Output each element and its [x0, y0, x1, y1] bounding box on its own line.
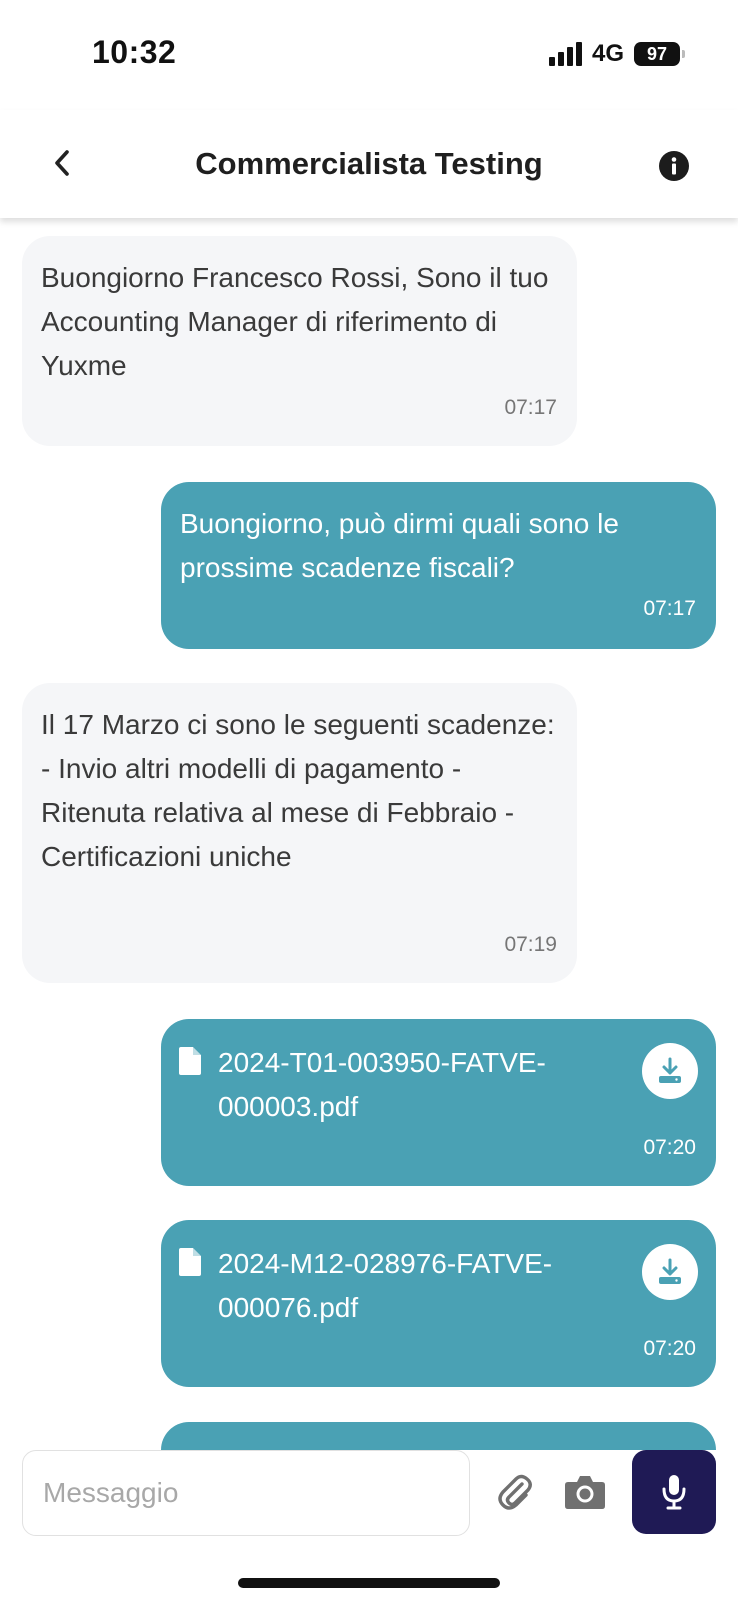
- file-icon: [179, 1248, 201, 1276]
- message-time: 07:20: [643, 1136, 696, 1159]
- message-text: Buongiorno Francesco Rossi, Sono il tuo …: [41, 262, 549, 381]
- download-icon: [659, 1057, 681, 1083]
- battery-icon: 97: [634, 42, 685, 66]
- info-icon: [659, 151, 689, 181]
- message-input[interactable]: [22, 1450, 470, 1536]
- back-button[interactable]: [40, 138, 84, 188]
- file-message: 2024-M12-028976-FATVE-000076.pdf 07:20: [161, 1220, 716, 1387]
- attach-button[interactable]: [495, 1472, 535, 1514]
- message-time: 07:20: [643, 1337, 696, 1360]
- download-button[interactable]: [642, 1043, 698, 1099]
- incoming-message: Il 17 Marzo ci sono le seguenti scadenze…: [22, 683, 577, 983]
- incoming-message: Buongiorno Francesco Rossi, Sono il tuo …: [22, 236, 577, 446]
- battery-level: 97: [646, 43, 668, 64]
- message-text: Buongiorno, può dirmi quali sono le pros…: [180, 508, 619, 583]
- page-title: Commercialista Testing: [195, 146, 543, 181]
- camera-icon: [565, 1476, 605, 1509]
- camera-button[interactable]: [564, 1472, 606, 1512]
- microphone-button[interactable]: [632, 1450, 716, 1534]
- file-icon: [179, 1047, 201, 1075]
- file-name: 2024-M12-028976-FATVE-000076.pdf: [218, 1248, 553, 1323]
- file-message: 2024-T01-003950-FATVE-000003.pdf 07:20: [161, 1019, 716, 1186]
- network-type: 4G: [591, 40, 624, 67]
- status-indicators: 4G 97: [548, 40, 685, 68]
- message-list[interactable]: Buongiorno Francesco Rossi, Sono il tuo …: [0, 218, 738, 1450]
- signal-icon: [548, 42, 582, 66]
- status-time: 10:32: [92, 34, 177, 70]
- download-button[interactable]: [642, 1244, 698, 1300]
- outgoing-message-partial: [161, 1422, 716, 1450]
- file-name: 2024-T01-003950-FATVE-000003.pdf: [218, 1047, 546, 1122]
- microphone-icon: [662, 1475, 686, 1510]
- home-indicator: [238, 1578, 500, 1588]
- chevron-left-icon: [55, 150, 69, 176]
- outgoing-message: Buongiorno, può dirmi quali sono le pros…: [161, 482, 716, 649]
- message-time: 07:19: [504, 933, 557, 956]
- download-icon: [659, 1258, 681, 1284]
- chat-header: Commercialista Testing: [0, 110, 738, 218]
- message-text: Il 17 Marzo ci sono le seguenti scadenze…: [41, 709, 555, 872]
- info-button[interactable]: [658, 150, 690, 182]
- message-time: 07:17: [504, 396, 557, 419]
- message-composer: [0, 1450, 738, 1560]
- paperclip-icon: [498, 1474, 532, 1510]
- message-time: 07:17: [643, 597, 696, 620]
- status-bar: 10:32 4G 97: [0, 0, 738, 110]
